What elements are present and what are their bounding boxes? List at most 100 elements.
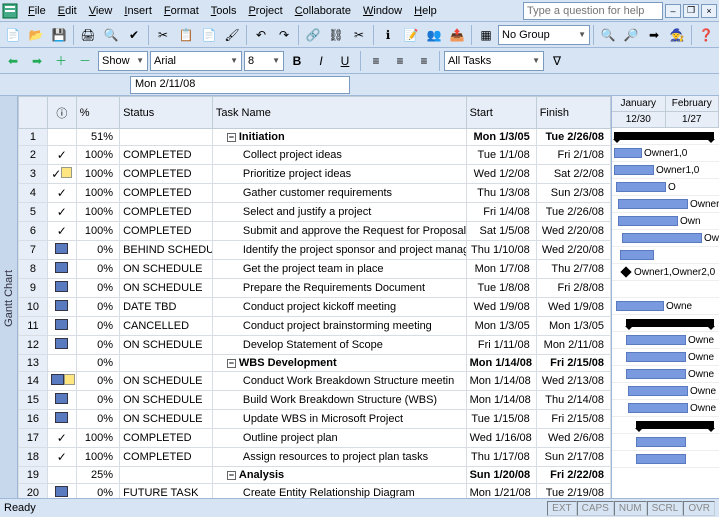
percent-cell[interactable]: 100% xyxy=(76,429,119,448)
gantt-bar[interactable] xyxy=(616,182,666,192)
status-cell[interactable]: ON SCHEDULE xyxy=(120,372,213,391)
start-cell[interactable]: Tue 1/8/08 xyxy=(466,279,536,298)
percent-cell[interactable]: 0% xyxy=(76,372,119,391)
percent-cell[interactable]: 0% xyxy=(76,391,119,410)
show-combo[interactable]: Show▼ xyxy=(98,51,148,71)
table-row[interactable]: 100%DATE TBDConduct project kickoff meet… xyxy=(19,298,611,317)
status-cell[interactable]: ON SCHEDULE xyxy=(120,260,213,279)
percent-cell[interactable]: 0% xyxy=(76,279,119,298)
taskname-cell[interactable]: Assign resources to project plan tasks xyxy=(212,448,466,467)
autofilter-icon[interactable]: ∇ xyxy=(546,50,568,72)
percent-cell[interactable]: 0% xyxy=(76,317,119,336)
finish-cell[interactable]: Wed 1/9/08 xyxy=(536,298,610,317)
gantt-bar[interactable] xyxy=(618,199,688,209)
gantt-bar[interactable] xyxy=(628,386,688,396)
show-sub-icon[interactable]: ＋ xyxy=(50,50,72,72)
status-cell[interactable]: COMPLETED xyxy=(120,429,213,448)
menu-project[interactable]: Project xyxy=(242,3,288,19)
menu-help[interactable]: Help xyxy=(408,3,443,19)
start-cell[interactable]: Mon 1/14/08 xyxy=(466,372,536,391)
finish-cell[interactable]: Thu 2/14/08 xyxy=(536,391,610,410)
gantt-bar[interactable] xyxy=(628,403,688,413)
row-number[interactable]: 12 xyxy=(19,336,48,355)
row-number[interactable]: 2 xyxy=(19,146,48,165)
status-cell[interactable]: COMPLETED xyxy=(120,448,213,467)
start-cell[interactable]: Fri 1/4/08 xyxy=(466,203,536,222)
taskname-cell[interactable]: Gather customer requirements xyxy=(212,184,466,203)
redo-icon[interactable]: ↷ xyxy=(273,24,295,46)
collapse-icon[interactable]: − xyxy=(227,471,236,480)
taskname-cell[interactable]: Develop Statement of Scope xyxy=(212,336,466,355)
italic-icon[interactable]: I xyxy=(310,50,332,72)
col-taskname[interactable]: Task Name xyxy=(212,97,466,129)
taskname-cell[interactable]: −Analysis xyxy=(212,467,466,484)
split-icon[interactable]: ✂ xyxy=(348,24,370,46)
taskname-cell[interactable]: −WBS Development xyxy=(212,355,466,372)
start-cell[interactable]: Wed 1/9/08 xyxy=(466,298,536,317)
table-row[interactable]: 1925%−AnalysisSun 1/20/08Fri 2/22/08 xyxy=(19,467,611,484)
cut-icon[interactable]: ✂ xyxy=(152,24,174,46)
gantt-summary-bar[interactable] xyxy=(626,319,714,327)
gantt-milestone[interactable] xyxy=(620,266,631,277)
finish-cell[interactable]: Tue 2/26/08 xyxy=(536,203,610,222)
table-row[interactable]: 150%ON SCHEDULEBuild Work Breakdown Stru… xyxy=(19,391,611,410)
status-cell[interactable] xyxy=(120,129,213,146)
spell-icon[interactable]: ✔ xyxy=(123,24,145,46)
finish-cell[interactable]: Wed 2/20/08 xyxy=(536,222,610,241)
align-right-icon[interactable]: ≡ xyxy=(413,50,435,72)
finish-cell[interactable]: Mon 2/11/08 xyxy=(536,336,610,355)
row-number[interactable]: 4 xyxy=(19,184,48,203)
finish-cell[interactable]: Fri 2/8/08 xyxy=(536,279,610,298)
taskname-cell[interactable]: Build Work Breakdown Structure (WBS) xyxy=(212,391,466,410)
start-cell[interactable]: Mon 1/3/05 xyxy=(466,129,536,146)
restore-button[interactable]: ❐ xyxy=(683,4,699,18)
finish-cell[interactable]: Sun 2/3/08 xyxy=(536,184,610,203)
table-row[interactable]: 70%BEHIND SCHEDULEIdentify the project s… xyxy=(19,241,611,260)
percent-cell[interactable]: 100% xyxy=(76,203,119,222)
percent-cell[interactable]: 0% xyxy=(76,260,119,279)
taskname-cell[interactable]: Prepare the Requirements Document xyxy=(212,279,466,298)
menu-view[interactable]: View xyxy=(83,3,119,19)
percent-cell[interactable]: 100% xyxy=(76,165,119,184)
taskname-cell[interactable]: Identify the project sponsor and project… xyxy=(212,241,466,260)
row-number[interactable]: 16 xyxy=(19,410,48,429)
collapse-icon[interactable]: − xyxy=(227,133,236,142)
taskname-cell[interactable]: Submit and approve the Request for Propo… xyxy=(212,222,466,241)
row-number[interactable]: 9 xyxy=(19,279,48,298)
finish-cell[interactable]: Thu 2/7/08 xyxy=(536,260,610,279)
col-percent[interactable]: % xyxy=(76,97,119,129)
help-icon[interactable]: ❓ xyxy=(695,24,717,46)
start-cell[interactable]: Sun 1/20/08 xyxy=(466,467,536,484)
taskname-cell[interactable]: Select and justify a project xyxy=(212,203,466,222)
finish-cell[interactable]: Fri 2/22/08 xyxy=(536,467,610,484)
menu-file[interactable]: File xyxy=(22,3,52,19)
percent-cell[interactable]: 51% xyxy=(76,129,119,146)
percent-cell[interactable]: 0% xyxy=(76,241,119,260)
row-number[interactable]: 8 xyxy=(19,260,48,279)
col-status[interactable]: Status xyxy=(120,97,213,129)
start-cell[interactable]: Mon 1/14/08 xyxy=(466,391,536,410)
taskname-cell[interactable]: Update WBS in Microsoft Project xyxy=(212,410,466,429)
start-cell[interactable]: Wed 1/2/08 xyxy=(466,165,536,184)
info-icon[interactable]: ℹ xyxy=(377,24,399,46)
taskname-cell[interactable]: Conduct Work Breakdown Structure meetin xyxy=(212,372,466,391)
percent-cell[interactable]: 0% xyxy=(76,298,119,317)
col-rownum[interactable] xyxy=(19,97,48,129)
finish-cell[interactable]: Wed 2/6/08 xyxy=(536,429,610,448)
taskname-cell[interactable]: Get the project team in place xyxy=(212,260,466,279)
gantt-bar[interactable] xyxy=(636,454,686,464)
task-grid[interactable]: ⓘ % Status Task Name Start Finish 151%−I… xyxy=(18,96,611,500)
start-cell[interactable]: Thu 1/3/08 xyxy=(466,184,536,203)
gantt-bar[interactable] xyxy=(616,301,664,311)
col-finish[interactable]: Finish xyxy=(536,97,610,129)
font-combo[interactable]: Arial▼ xyxy=(150,51,242,71)
row-number[interactable]: 5 xyxy=(19,203,48,222)
start-cell[interactable]: Fri 1/11/08 xyxy=(466,336,536,355)
row-number[interactable]: 10 xyxy=(19,298,48,317)
help-search[interactable] xyxy=(523,2,663,20)
table-row[interactable]: 130%−WBS DevelopmentMon 1/14/08Fri 2/15/… xyxy=(19,355,611,372)
taskname-cell[interactable]: Conduct project brainstorming meeting xyxy=(212,317,466,336)
row-number[interactable]: 11 xyxy=(19,317,48,336)
start-cell[interactable]: Mon 1/7/08 xyxy=(466,260,536,279)
row-number[interactable]: 6 xyxy=(19,222,48,241)
